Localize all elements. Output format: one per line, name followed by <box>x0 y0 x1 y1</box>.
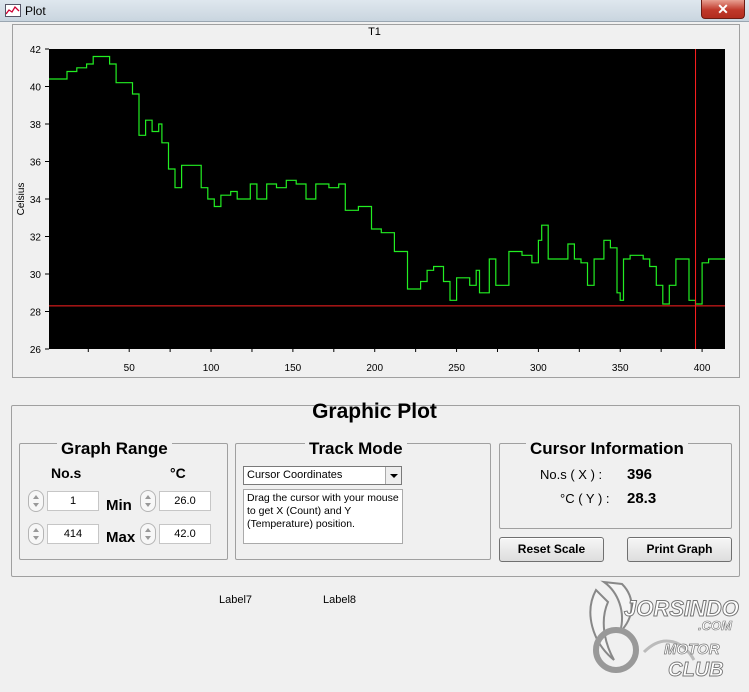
y-axis-label: Celsius <box>16 183 27 216</box>
track-mode-title: Track Mode <box>305 439 407 459</box>
x-tick-label: 350 <box>612 363 629 374</box>
label7: Label7 <box>219 594 253 606</box>
count-min-spinner[interactable] <box>28 490 44 512</box>
cursor-info-title: Cursor Information <box>526 439 688 459</box>
cursor-y-label: °C ( Y ) : <box>560 491 610 506</box>
temperature-chart[interactable]: 26 28 30 32 34 36 38 40 42 50 100 150 200 250 300 350 4… <box>0 0 749 380</box>
y-tick-label: 28 <box>30 308 42 319</box>
x-tick-label: 300 <box>530 363 547 374</box>
cursor-x-value: 396 <box>627 466 653 483</box>
logo-domain: .COM <box>698 618 733 633</box>
x-tick-label: 250 <box>448 363 465 374</box>
x-tick-label: 100 <box>203 363 220 374</box>
y-tick-label: 38 <box>30 120 42 131</box>
y-tick-label: 36 <box>30 158 42 169</box>
chevron-down-icon[interactable] <box>385 467 401 484</box>
x-tick-label: 200 <box>366 363 383 374</box>
x-tick-label: 400 <box>694 363 711 374</box>
logo-club: CLUB <box>668 659 724 681</box>
temp-column-header: °C <box>170 465 186 481</box>
temp-min-spinner[interactable] <box>140 490 156 512</box>
plot-area <box>49 49 725 349</box>
track-mode-selected: Cursor Coordinates <box>247 469 343 481</box>
min-label: Min <box>106 497 132 514</box>
graph-range-title: Graph Range <box>57 439 172 459</box>
count-min-field[interactable]: 1 <box>47 491 99 511</box>
count-column-header: No.s <box>51 465 82 481</box>
y-tick-label: 34 <box>30 195 42 206</box>
y-tick-label: 26 <box>30 345 42 356</box>
track-mode-help: Drag the cursor with your mouse to get X… <box>243 489 403 544</box>
logo-motor: MOTOR <box>664 641 720 658</box>
temp-max-field[interactable]: 42.0 <box>159 524 211 544</box>
graphic-plot-title: Graphic Plot <box>312 400 437 423</box>
count-max-field[interactable]: 414 <box>47 524 99 544</box>
count-max-spinner[interactable] <box>28 523 44 545</box>
temp-max-spinner[interactable] <box>140 523 156 545</box>
label8: Label8 <box>323 594 357 606</box>
y-tick-label: 30 <box>30 270 42 281</box>
x-tick-label: 150 <box>285 363 302 374</box>
cursor-y-value: 28.3 <box>627 490 657 507</box>
jorsindo-motor-club-logo: JORSINDO .COM MOTOR CLUB <box>589 580 739 681</box>
reset-scale-button[interactable]: Reset Scale <box>499 537 604 562</box>
x-tick-label: 50 <box>124 363 136 374</box>
y-tick-label: 42 <box>30 45 42 56</box>
y-tick-label: 40 <box>30 83 42 94</box>
print-graph-button[interactable]: Print Graph <box>627 537 732 562</box>
track-mode-select[interactable]: Cursor Coordinates <box>243 466 402 485</box>
y-tick-label: 32 <box>30 233 42 244</box>
temp-min-field[interactable]: 26.0 <box>159 491 211 511</box>
cursor-x-label: No.s ( X ) : <box>540 467 603 482</box>
max-label: Max <box>106 529 136 546</box>
